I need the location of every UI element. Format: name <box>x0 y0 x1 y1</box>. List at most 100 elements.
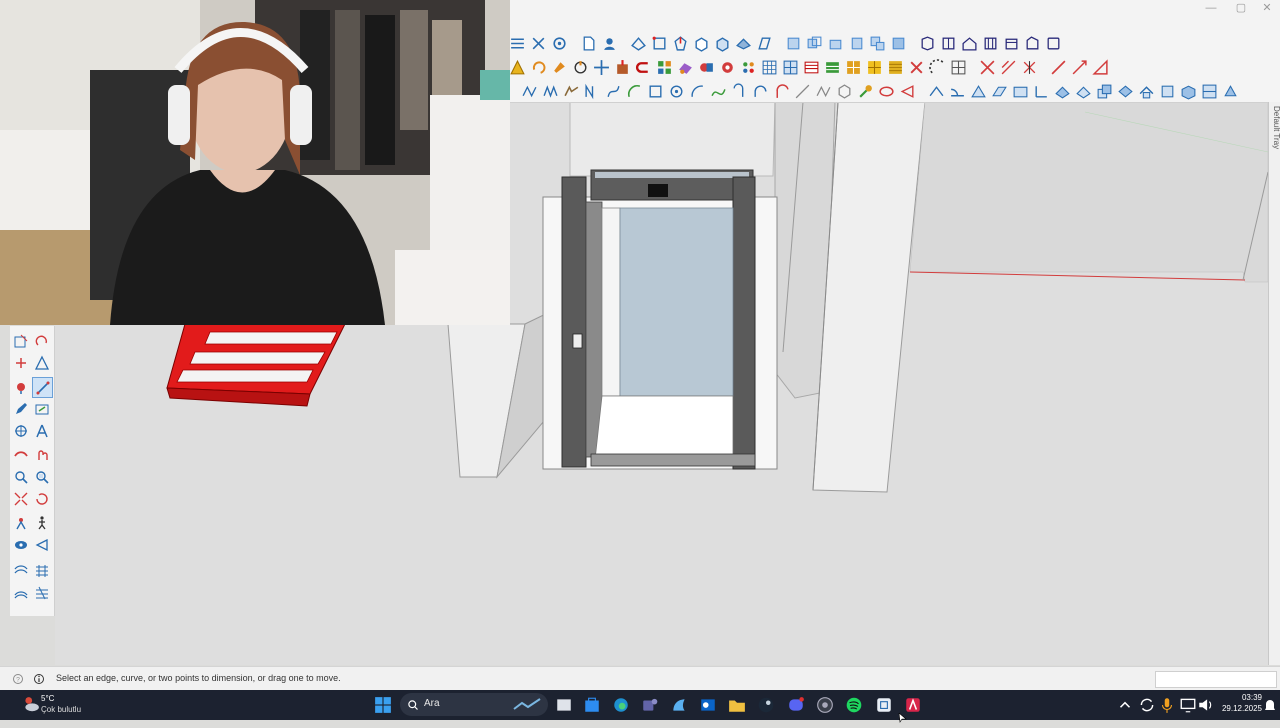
geo-location-icon[interactable]: ? <box>12 672 24 684</box>
zigzag-icon[interactable] <box>541 82 560 101</box>
orbit-tool-icon[interactable] <box>11 445 30 464</box>
solid-tools-icon[interactable] <box>697 58 716 77</box>
warning-icon[interactable] <box>508 58 527 77</box>
tile-orange-icon[interactable] <box>844 58 863 77</box>
cross-select-icon[interactable] <box>978 58 997 77</box>
tape-tool-icon[interactable] <box>32 399 51 418</box>
shaded-textures-icon[interactable] <box>734 34 753 53</box>
back-edges-icon[interactable] <box>650 34 669 53</box>
push-pull-icon[interactable] <box>613 58 632 77</box>
line-red-icon[interactable] <box>1049 58 1068 77</box>
follow-me-icon[interactable] <box>634 58 653 77</box>
outer-shell-icon[interactable] <box>718 58 737 77</box>
chrome-icon[interactable] <box>814 694 836 716</box>
start-windows-icon[interactable] <box>372 694 394 716</box>
steam-icon[interactable] <box>755 694 777 716</box>
zoom-extents-icon[interactable] <box>11 489 30 508</box>
wave-icon[interactable] <box>814 82 833 101</box>
arc-2-icon[interactable] <box>688 82 707 101</box>
tangent-icon[interactable] <box>898 82 917 101</box>
dynamic-component-icon[interactable] <box>676 58 695 77</box>
walk-tool-icon[interactable] <box>32 513 51 532</box>
top-view-icon[interactable] <box>805 34 824 53</box>
shaded-icon[interactable] <box>713 34 732 53</box>
chevron-up-icon[interactable] <box>1114 694 1136 716</box>
file-explorer-icon[interactable] <box>726 694 748 716</box>
notification-bell-icon[interactable] <box>1262 694 1278 716</box>
axes-tool-icon[interactable] <box>11 421 30 440</box>
stack-6-icon[interactable] <box>1200 82 1219 101</box>
discord-icon[interactable] <box>785 694 807 716</box>
angle-icon[interactable] <box>969 82 988 101</box>
spline-icon[interactable] <box>709 82 728 101</box>
dimension-tool-icon[interactable] <box>927 82 946 101</box>
sandbox-from-contours-icon[interactable] <box>11 561 30 580</box>
stack-icon[interactable] <box>1095 82 1114 101</box>
location-icon[interactable] <box>550 34 569 53</box>
label-icon[interactable] <box>990 82 1009 101</box>
style-builder-icon[interactable] <box>1044 34 1063 53</box>
tile-yellow-icon[interactable] <box>865 58 884 77</box>
stack-7-icon[interactable] <box>1221 82 1240 101</box>
smoove-icon[interactable] <box>11 583 30 602</box>
orbit-icon[interactable] <box>571 58 590 77</box>
polyline-icon[interactable] <box>583 82 602 101</box>
section-cut-icon[interactable] <box>939 34 958 53</box>
stack-2-icon[interactable] <box>1116 82 1135 101</box>
array-icon[interactable] <box>781 58 800 77</box>
default-tray-collapsed[interactable]: Default Tray <box>1268 102 1280 665</box>
table-icon[interactable] <box>802 58 821 77</box>
section-fill-icon[interactable] <box>1053 82 1072 101</box>
section-plane-icon[interactable] <box>918 34 937 53</box>
spotify-icon[interactable] <box>843 694 865 716</box>
arc-line-icon[interactable] <box>520 82 539 101</box>
weather-temperature[interactable]: 5°C <box>41 694 54 703</box>
extension-icon[interactable] <box>1002 34 1021 53</box>
close-button[interactable]: ✕ <box>1252 0 1280 18</box>
pencil-tool-icon[interactable] <box>11 399 30 418</box>
grid-select-icon[interactable] <box>949 58 968 77</box>
hook-icon[interactable] <box>730 82 749 101</box>
microsoft-store-icon[interactable] <box>581 694 603 716</box>
scatter-icon[interactable] <box>907 58 926 77</box>
info-icon[interactable] <box>33 672 45 684</box>
divide-icon[interactable] <box>793 82 812 101</box>
explode-icon[interactable] <box>739 58 758 77</box>
front-view-icon[interactable] <box>826 34 845 53</box>
wireframe-icon[interactable] <box>671 34 690 53</box>
new-file-icon[interactable] <box>579 34 598 53</box>
line-red-2-icon[interactable] <box>1070 58 1089 77</box>
minimize-button[interactable]: — <box>1196 0 1226 18</box>
rotate-tool-icon[interactable] <box>32 331 51 350</box>
intersect-icon[interactable] <box>1020 58 1039 77</box>
layers-icon[interactable] <box>823 58 842 77</box>
position-camera-icon[interactable] <box>11 513 30 532</box>
circle-icon[interactable] <box>667 82 686 101</box>
pan-tool-icon[interactable] <box>32 445 51 464</box>
rectangle-icon[interactable] <box>646 82 665 101</box>
tile-gold-icon[interactable] <box>886 58 905 77</box>
left-view-icon[interactable] <box>889 34 908 53</box>
iso-view-icon[interactable] <box>784 34 803 53</box>
stack-5-icon[interactable] <box>1179 82 1198 101</box>
arc-icon[interactable] <box>625 82 644 101</box>
lasso-icon[interactable] <box>529 58 548 77</box>
task-view-icon[interactable] <box>553 694 575 716</box>
stack-3-icon[interactable] <box>1137 82 1156 101</box>
stamp-icon[interactable] <box>32 583 51 602</box>
text-tool-icon[interactable] <box>1011 82 1030 101</box>
stack-4-icon[interactable] <box>1158 82 1177 101</box>
freehand-icon[interactable] <box>562 82 581 101</box>
look-around-icon[interactable] <box>11 535 30 554</box>
curve-red-icon[interactable] <box>772 82 791 101</box>
clock-time[interactable]: 03:39 <box>1228 693 1262 702</box>
curve-2-icon[interactable] <box>751 82 770 101</box>
move-icon[interactable] <box>592 58 611 77</box>
clock-date[interactable]: 29.12.2025 <box>1218 704 1262 713</box>
edge-browser-icon[interactable] <box>610 694 632 716</box>
bezier-icon[interactable] <box>604 82 623 101</box>
default-tray-label[interactable]: Default Tray <box>1269 106 1280 149</box>
tape-measure-icon[interactable] <box>856 82 875 101</box>
plane-icon[interactable] <box>1074 82 1093 101</box>
paint-icon[interactable] <box>550 58 569 77</box>
